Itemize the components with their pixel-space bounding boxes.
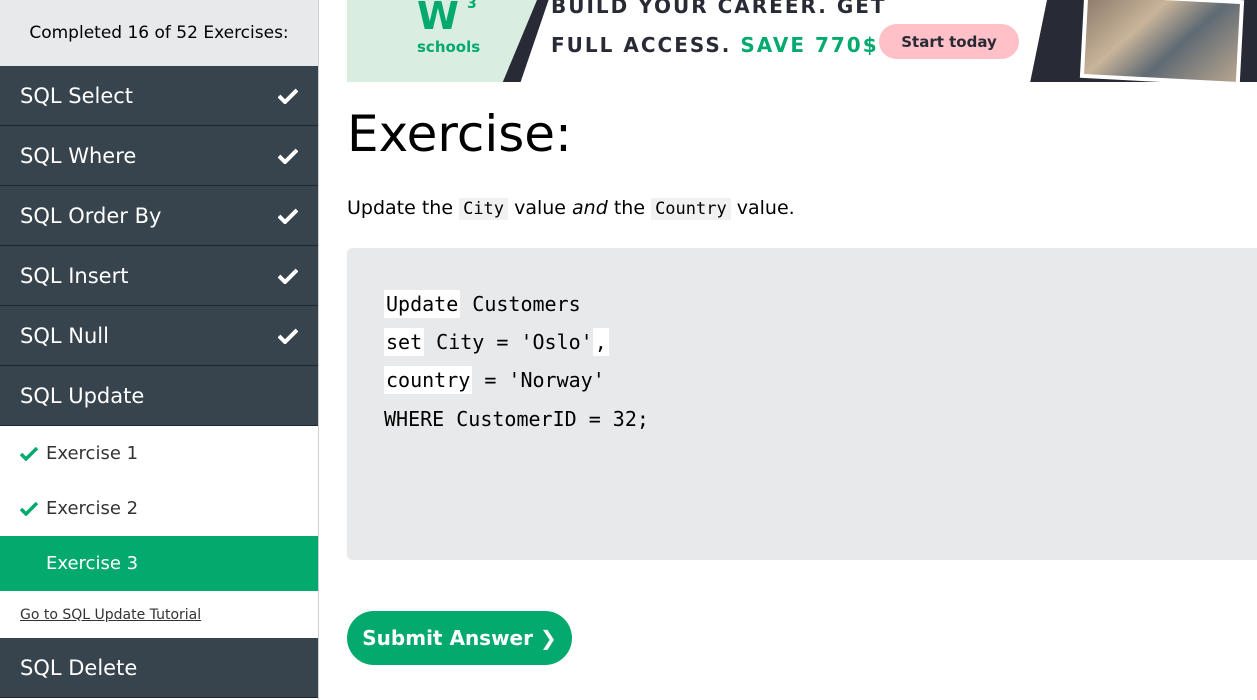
sidebar-category-null[interactable]: SQL Null (0, 306, 318, 366)
inline-code-city: City (459, 198, 509, 220)
exercise-label: Exercise 2 (46, 498, 139, 519)
page-title: Exercise: (347, 105, 572, 163)
code-exercise-box: Update Customers set City = 'Oslo', coun… (347, 248, 1257, 560)
category-label: SQL Order By (20, 203, 162, 228)
answer-field-4[interactable]: country (384, 366, 473, 394)
category-label: SQL Update (20, 383, 145, 408)
w3schools-logo: W (417, 0, 459, 38)
checkmark-icon (278, 328, 298, 344)
category-label: SQL Select (20, 83, 134, 108)
sidebar-category-select[interactable]: SQL Select (0, 66, 318, 126)
instruction-text: value. (736, 197, 795, 219)
start-today-button[interactable]: Start today (879, 24, 1019, 59)
exercise-item-3[interactable]: Exercise 3 (0, 536, 318, 591)
instruction-text: value (514, 197, 566, 219)
logo-text: schools (417, 38, 481, 56)
answer-field-3[interactable]: , (592, 328, 609, 356)
progress-text: Completed 16 of 52 Exercises: (0, 0, 318, 66)
answer-field-1[interactable]: Update (384, 290, 461, 318)
exercise-item-1[interactable]: Exercise 1 (0, 426, 318, 481)
banner-subheadline: FULL ACCESS. SAVE 770$ (551, 33, 879, 57)
instruction-emphasis: and (572, 197, 608, 219)
submit-answer-button[interactable]: Submit Answer ❯ (347, 611, 572, 665)
sidebar-category-delete[interactable]: SQL Delete (0, 638, 318, 698)
checkmark-icon (278, 208, 298, 224)
checkmark-icon (20, 446, 46, 461)
exercise-item-2[interactable]: Exercise 2 (0, 481, 318, 536)
checkmark-icon (278, 88, 298, 104)
banner-save-offer: SAVE 770$ (740, 33, 879, 57)
checkmark-icon (20, 501, 46, 516)
tutorial-link[interactable]: Go to SQL Update Tutorial (0, 591, 318, 638)
code-line-3: country = 'Norway' (384, 366, 605, 394)
logo-superscript: 3 (467, 0, 477, 12)
inline-code-country: Country (651, 198, 731, 220)
checkmark-icon (278, 148, 298, 164)
sidebar-category-where[interactable]: SQL Where (0, 126, 318, 186)
ad-banner[interactable]: W 3 schools BUILD YOUR CAREER. GET FULL … (347, 0, 1257, 82)
banner-headline: BUILD YOUR CAREER. GET (551, 0, 887, 18)
exercise-label: Exercise 3 (46, 553, 139, 574)
code-line-4: WHERE CustomerID = 32; (384, 407, 649, 431)
checkmark-icon (278, 268, 298, 284)
category-label: SQL Null (20, 323, 109, 348)
category-label: SQL Where (20, 143, 137, 168)
sidebar-category-insert[interactable]: SQL Insert (0, 246, 318, 306)
exercise-instructions: Update the City value and the Country va… (347, 197, 795, 220)
answer-field-2[interactable]: set (384, 328, 425, 356)
code-line-1: Update Customers (384, 290, 581, 318)
category-label: SQL Insert (20, 263, 129, 288)
code-line-2: set City = 'Oslo', (384, 328, 609, 356)
exercise-label: Exercise 1 (46, 443, 139, 464)
sidebar: Completed 16 of 52 Exercises: SQL Select… (0, 0, 319, 700)
sidebar-category-update[interactable]: SQL Update (0, 366, 318, 426)
banner-photo (1079, 0, 1245, 82)
banner-full-access: FULL ACCESS. (551, 33, 732, 57)
category-label: SQL Delete (20, 655, 138, 680)
instruction-text: Update the (347, 197, 454, 219)
sidebar-category-order-by[interactable]: SQL Order By (0, 186, 318, 246)
instruction-text: the (613, 197, 646, 219)
